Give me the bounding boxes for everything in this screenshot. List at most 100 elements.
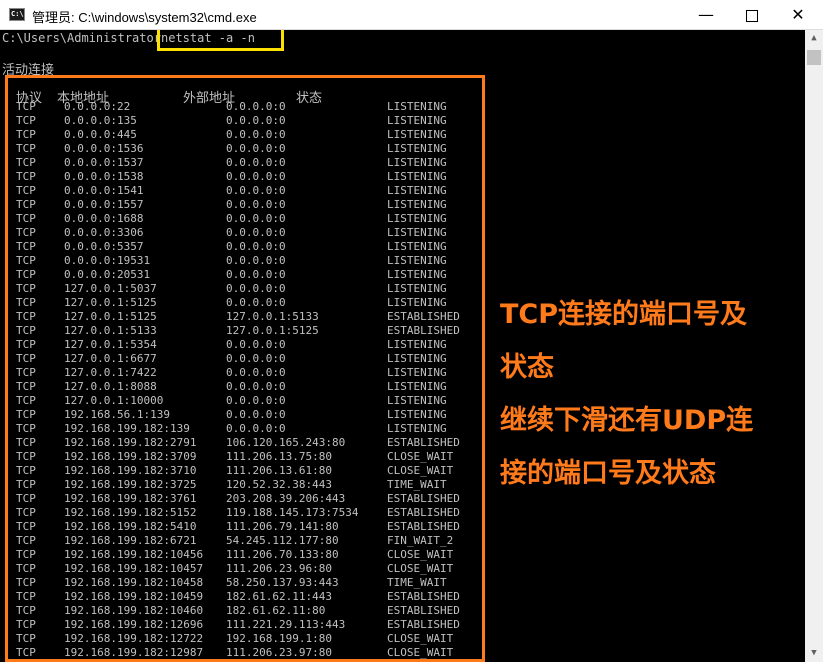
table-row: TCP 127.0.0.1:5354 0.0.0.0:0 LISTENING (0, 338, 500, 352)
table-row: TCP 0.0.0.0:5357 0.0.0.0:0 LISTENING (0, 240, 500, 254)
row-foreign-address: 111.206.23.96:80 (226, 562, 332, 575)
window-title: 管理员: C:\windows\system32\cmd.exe (32, 10, 257, 25)
row-proto: TCP (16, 198, 36, 211)
row-local-address: 192.168.199.182:5152 (64, 506, 197, 519)
row-foreign-address: 0.0.0.0:0 (226, 114, 286, 127)
row-foreign-address: 0.0.0.0:0 (226, 296, 286, 309)
row-proto: TCP (16, 590, 36, 603)
row-foreign-address: 58.250.137.93:443 (226, 576, 339, 589)
row-foreign-address: 111.221.29.113:443 (226, 618, 346, 631)
row-foreign-address: 119.188.145.173:7534 (226, 506, 359, 519)
row-foreign-address: 127.0.0.1:5133 (226, 310, 319, 323)
row-foreign-address: 182.61.62.11:80 (226, 604, 326, 617)
row-state: ESTABLISHED (387, 520, 460, 533)
table-row: TCP 192.168.199.182:3761 203.208.39.206:44… (0, 492, 500, 506)
annotation-line: 状态 (500, 352, 554, 383)
row-proto: TCP (16, 100, 36, 113)
row-local-address: 192.168.199.182:6721 (64, 534, 197, 547)
row-local-address: 0.0.0.0:19531 (64, 254, 151, 267)
row-state: LISTENING (387, 198, 447, 211)
row-foreign-address: 0.0.0.0:0 (226, 142, 286, 155)
table-row: TCP 192.168.56.1:139 0.0.0.0:0 LISTENING (0, 408, 500, 422)
row-local-address: 0.0.0.0:1537 (64, 156, 144, 169)
row-proto: TCP (16, 464, 36, 477)
row-state: FIN_WAIT_2 (387, 534, 454, 547)
row-local-address: 127.0.0.1:5037 (64, 282, 157, 295)
row-state: ESTABLISHED (387, 506, 460, 519)
row-state: CLOSE_WAIT (387, 464, 454, 477)
row-local-address: 192.168.199.182:3710 (64, 464, 197, 477)
annotation-line: TCP连接的端口号及 (500, 299, 748, 330)
scroll-down-arrow-icon[interactable]: ▼ (805, 645, 823, 662)
table-row: TCP 192.168.199.182:10457 111.206.23.96:80… (0, 562, 500, 576)
row-state: CLOSE_WAIT (387, 450, 454, 463)
row-state: LISTENING (387, 282, 447, 295)
row-proto: TCP (16, 380, 36, 393)
row-state: CLOSE_WAIT (387, 632, 454, 645)
vertical-scrollbar[interactable]: ▲ ▼ (805, 30, 823, 662)
row-foreign-address: 0.0.0.0:0 (226, 380, 286, 393)
row-foreign-address: 192.168.199.1:80 (226, 632, 332, 645)
maximize-button[interactable] (729, 0, 775, 30)
row-state: TIME_WAIT (387, 478, 447, 491)
table-row: TCP 192.168.199.182:10456 111.206.70.133:8… (0, 548, 500, 562)
scrollbar-thumb[interactable] (807, 50, 821, 65)
row-proto: TCP (16, 632, 36, 645)
table-row: TCP 0.0.0.0:135 0.0.0.0:0 LISTENING (0, 114, 500, 128)
row-state: LISTENING (387, 156, 447, 169)
row-proto: TCP (16, 310, 36, 323)
table-row: TCP 0.0.0.0:1536 0.0.0.0:0 LISTENING (0, 142, 500, 156)
table-row: TCP 0.0.0.0:19531 0.0.0.0:0 LISTENING (0, 254, 500, 268)
row-state: LISTENING (387, 114, 447, 127)
minimize-button[interactable]: — (683, 0, 729, 30)
row-state: LISTENING (387, 100, 447, 113)
row-local-address: 0.0.0.0:135 (64, 114, 137, 127)
row-local-address: 192.168.199.182:5410 (64, 520, 197, 533)
row-local-address: 0.0.0.0:1557 (64, 198, 144, 211)
row-proto: TCP (16, 296, 36, 309)
table-row: TCP 192.168.199.182:3725 120.52.32.38:443 T… (0, 478, 500, 492)
row-local-address: 192.168.199.182:10459 (64, 590, 204, 603)
row-local-address: 0.0.0.0:1536 (64, 142, 144, 155)
row-foreign-address: 0.0.0.0:0 (226, 240, 286, 253)
row-foreign-address: 54.245.112.177:80 (226, 534, 339, 547)
row-proto: TCP (16, 142, 36, 155)
row-local-address: 192.168.199.182:3761 (64, 492, 197, 505)
cmd-window: C:\ 管理员: C:\windows\system32\cmd.exe — ✕… (0, 0, 823, 662)
row-foreign-address: 0.0.0.0:0 (226, 282, 286, 295)
row-state: ESTABLISHED (387, 604, 460, 617)
maximize-icon (746, 10, 758, 22)
console-output[interactable]: C:\Users\Administrator netstat -a -n 活动连… (0, 30, 805, 662)
close-button[interactable]: ✕ (775, 0, 821, 30)
row-foreign-address: 0.0.0.0:0 (226, 184, 286, 197)
row-proto: TCP (16, 492, 36, 505)
row-foreign-address: 0.0.0.0:0 (226, 100, 286, 113)
row-local-address: 0.0.0.0:1688 (64, 212, 144, 225)
row-state: LISTENING (387, 366, 447, 379)
table-row: TCP 0.0.0.0:1557 0.0.0.0:0 LISTENING (0, 198, 500, 212)
row-proto: TCP (16, 324, 36, 337)
row-local-address: 192.168.56.1:139 (64, 408, 170, 421)
row-local-address: 0.0.0.0:5357 (64, 240, 144, 253)
row-proto: TCP (16, 478, 36, 491)
table-row: TCP 192.168.199.182:3709 111.206.13.75:80 C… (0, 450, 500, 464)
row-state: LISTENING (387, 226, 447, 239)
row-local-address: 192.168.199.182:3725 (64, 478, 197, 491)
row-foreign-address: 0.0.0.0:0 (226, 226, 286, 239)
row-foreign-address: 106.120.165.243:80 (226, 436, 346, 449)
table-row: TCP 192.168.199.182:10458 58.250.137.93:44… (0, 576, 500, 590)
row-proto: TCP (16, 114, 36, 127)
row-proto: TCP (16, 338, 36, 351)
row-state: LISTENING (387, 128, 447, 141)
row-foreign-address: 203.208.39.206:443 (226, 492, 346, 505)
scroll-up-arrow-icon[interactable]: ▲ (805, 30, 823, 47)
row-state: CLOSE_WAIT (387, 548, 454, 561)
table-row: TCP 192.168.199.182:12987 111.206.23.97:80… (0, 646, 500, 660)
row-state: LISTENING (387, 352, 447, 365)
row-state: LISTENING (387, 394, 447, 407)
row-local-address: 192.168.199.182:10458 (64, 576, 204, 589)
row-state: LISTENING (387, 338, 447, 351)
title-bar[interactable]: C:\ 管理员: C:\windows\system32\cmd.exe — ✕ (0, 0, 823, 30)
row-state: LISTENING (387, 296, 447, 309)
cmd-app-icon[interactable]: C:\ (9, 8, 25, 21)
